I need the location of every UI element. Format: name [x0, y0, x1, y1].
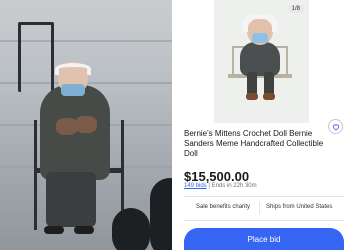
doll-hair [243, 14, 277, 32]
place-bid-button[interactable]: Place bid [184, 228, 344, 250]
listing-panel: 1/8 Bernie's Mittens Crochet Doll Bernie… [172, 0, 350, 250]
reference-photo [0, 0, 172, 250]
doll-shoe [246, 93, 258, 100]
ends-text: | Ends in 22h 30m [206, 183, 257, 189]
doll-body [240, 42, 280, 76]
perk-separator [259, 202, 260, 214]
chair-leg [34, 120, 37, 230]
person-mask [61, 84, 85, 96]
product-image[interactable]: 1/8 [214, 0, 309, 123]
person-legs [46, 172, 96, 227]
divider [184, 196, 344, 197]
background-person [112, 208, 150, 250]
shipping-perk: Ships from United States [266, 204, 333, 210]
divider [184, 220, 344, 221]
listing-title[interactable]: Bernie's Mittens Crochet Doll Bernie San… [184, 129, 334, 159]
image-counter: 1/8 [287, 5, 304, 13]
mitten [75, 116, 97, 133]
bids-link[interactable]: 149 bids [184, 183, 207, 189]
bid-meta: 149 bids | Ends in 22h 30m [184, 183, 257, 189]
doll-shoe [263, 93, 275, 100]
person-hair [55, 63, 91, 75]
doll-mask [252, 33, 268, 43]
shoe [44, 226, 64, 234]
background-person [150, 178, 172, 250]
listing-price: $15,500.00 [184, 169, 250, 184]
background-chair [18, 22, 54, 92]
shoe [74, 226, 94, 234]
charity-perk: Sale benefits charity [196, 204, 251, 210]
